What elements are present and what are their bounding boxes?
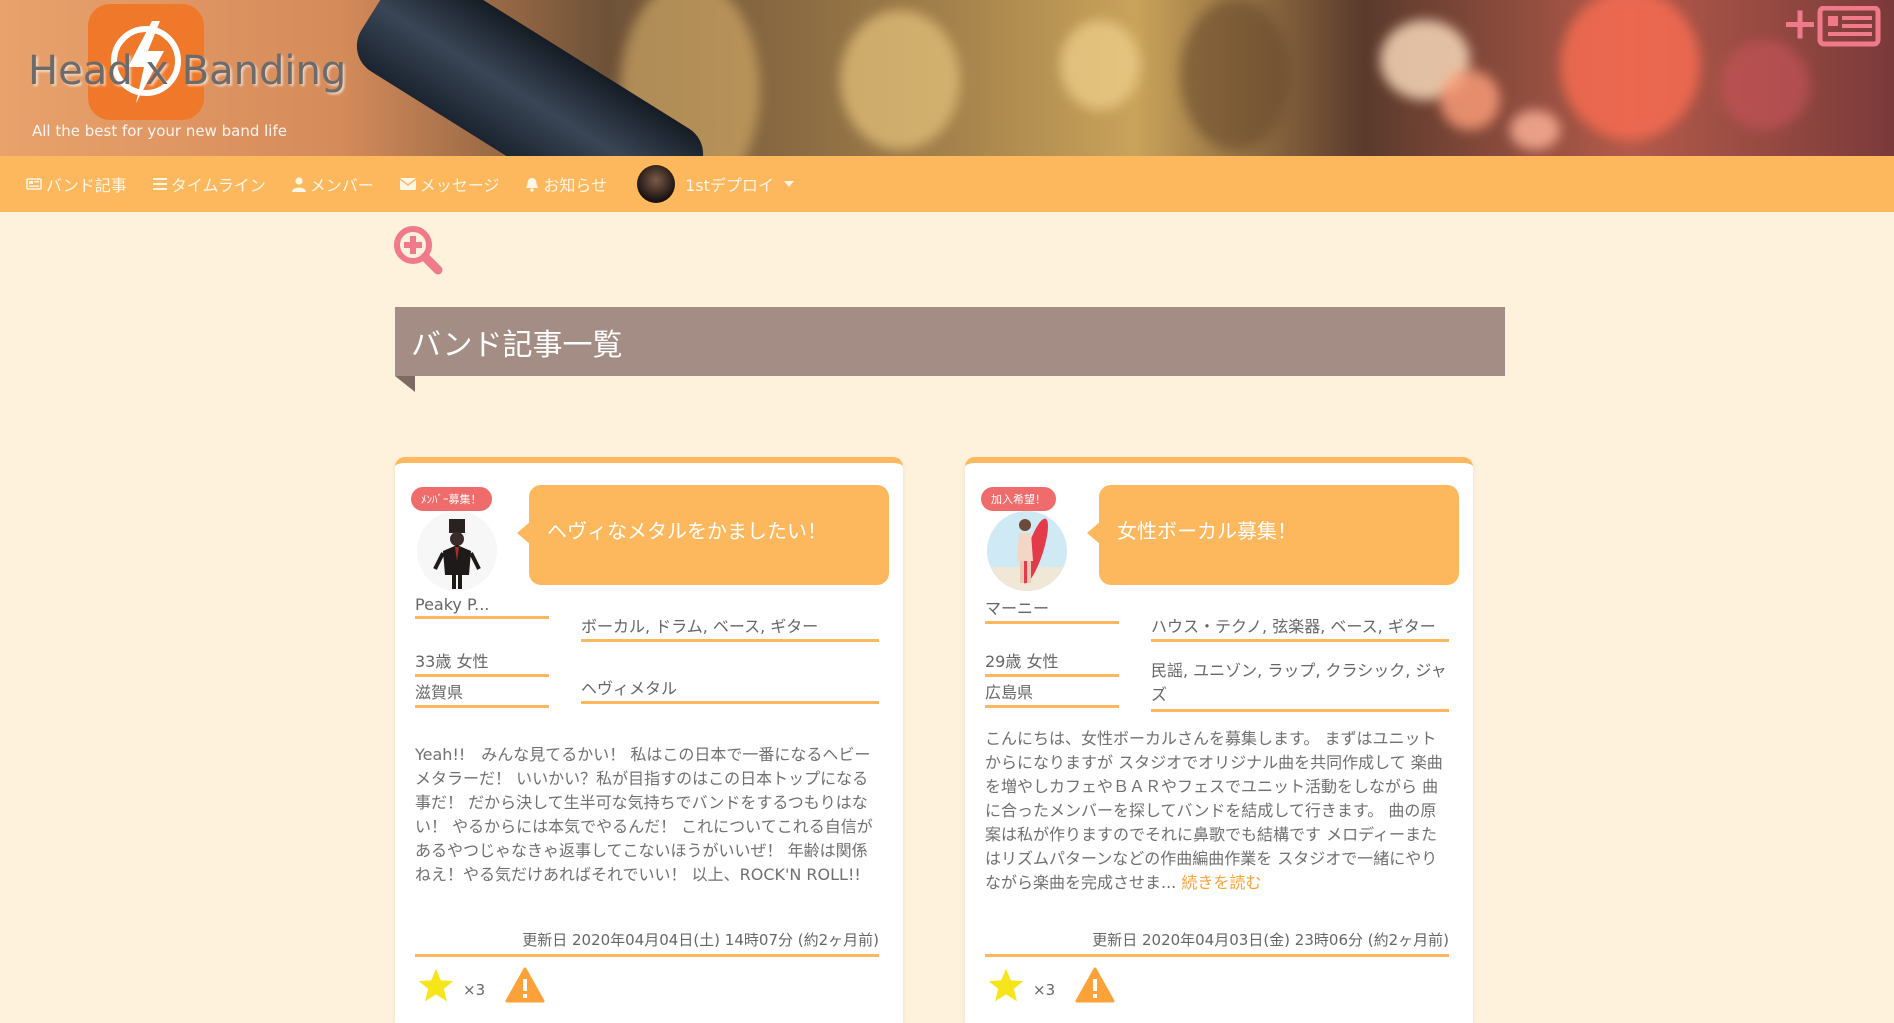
article-description: こんにちは、女性ボーカルさんを募集します。 まずはユニットからになりますが スタ… (985, 727, 1449, 895)
updated-date: 更新日 2020年04月04日(土) 14時07分 (約2ヶ月前) (415, 929, 879, 957)
newspaper-icon (26, 178, 42, 190)
nav-label: メッセージ (419, 176, 500, 195)
new-article-icon[interactable] (1786, 5, 1882, 54)
nav-label: バンド記事 (46, 176, 127, 195)
report-warning-icon[interactable] (1075, 967, 1115, 1003)
nav-notifications[interactable]: お知らせ (525, 172, 607, 196)
like-count: ×3 (1033, 981, 1056, 999)
status-badge: ﾒﾝﾊﾞｰ募集！ (411, 487, 492, 511)
member-avatar[interactable] (987, 511, 1067, 591)
age-gender: 33歳 女性 (415, 648, 549, 677)
user-avatar (637, 165, 676, 203)
nav-label: お知らせ (543, 176, 608, 195)
article-card[interactable]: ﾒﾝﾊﾞｰ募集！ ヘヴィなメタルをかましたい！ Peaky P... 33歳 女… (395, 457, 903, 1023)
page-title: バンド記事一覧 (395, 307, 1505, 376)
article-title[interactable]: ヘヴィなメタルをかましたい！ (517, 485, 889, 585)
star-icon[interactable] (417, 967, 455, 1003)
parts: ハウス・テクノ, 弦楽器, ベース, ギター (1151, 613, 1449, 642)
age-gender: 29歳 女性 (985, 648, 1119, 677)
status-badge: 加入希望！ (981, 487, 1056, 511)
prefecture: 滋賀県 (415, 679, 549, 708)
genres: ヘヴィメタル (581, 675, 879, 704)
updated-date: 更新日 2020年04月03日(金) 23時06分 (約2ヶ月前) (985, 929, 1449, 957)
parts: ボーカル, ドラム, ベース, ギター (581, 613, 879, 642)
user-icon (291, 176, 306, 192)
member-avatar[interactable] (417, 511, 497, 591)
nav-label: タイムライン (170, 176, 266, 195)
nav-label: メンバー (309, 176, 374, 195)
report-warning-icon[interactable] (505, 967, 545, 1003)
logo-title[interactable]: Head x Banding (28, 48, 346, 94)
nav-band-articles[interactable]: バンド記事 (26, 172, 127, 196)
search-zoom-icon[interactable] (392, 224, 444, 280)
member-name[interactable]: Peaky P... (415, 595, 549, 619)
nav-messages[interactable]: メッセージ (399, 172, 500, 196)
article-description: Yeah!! みんな見てるかい！ 私はこの日本で一番になるヘビーメタラーだ！ い… (415, 745, 873, 884)
chevron-down-icon (783, 181, 794, 187)
prefecture: 広島県 (985, 679, 1119, 708)
bell-icon (526, 177, 539, 192)
logo-tagline: All the best for your new band life (32, 122, 287, 140)
description-text: こんにちは、女性ボーカルさんを募集します。 まずはユニットからになりますが スタ… (985, 729, 1443, 892)
user-name: 1stデプロイ (685, 176, 774, 195)
star-icon[interactable] (987, 967, 1025, 1003)
read-more-link[interactable]: 続きを読む (1181, 873, 1261, 892)
main-navbar: バンド記事 タイムライン メンバー メッセージ お知らせ 1stデプロイ (0, 156, 1894, 212)
like-count: ×3 (463, 981, 486, 999)
article-title[interactable]: 女性ボーカル募集！ (1087, 485, 1459, 585)
user-menu-dropdown[interactable]: 1stデプロイ (637, 165, 794, 203)
list-icon (152, 178, 167, 190)
header-banner: Head x Banding All the best for your new… (0, 0, 1894, 156)
heading-fold-decoration (395, 376, 415, 392)
member-name[interactable]: マーニー (985, 595, 1119, 624)
envelope-icon (399, 178, 416, 190)
nav-members[interactable]: メンバー (291, 172, 374, 196)
article-card[interactable]: 加入希望！ 女性ボーカル募集！ マーニー 29歳 女性 広島県 ハウス・テクノ,… (965, 457, 1473, 1023)
nav-timeline[interactable]: タイムライン (152, 172, 266, 196)
genres: 民謡, ユニゾン, ラップ, クラシック, ジャズ (1151, 659, 1449, 712)
